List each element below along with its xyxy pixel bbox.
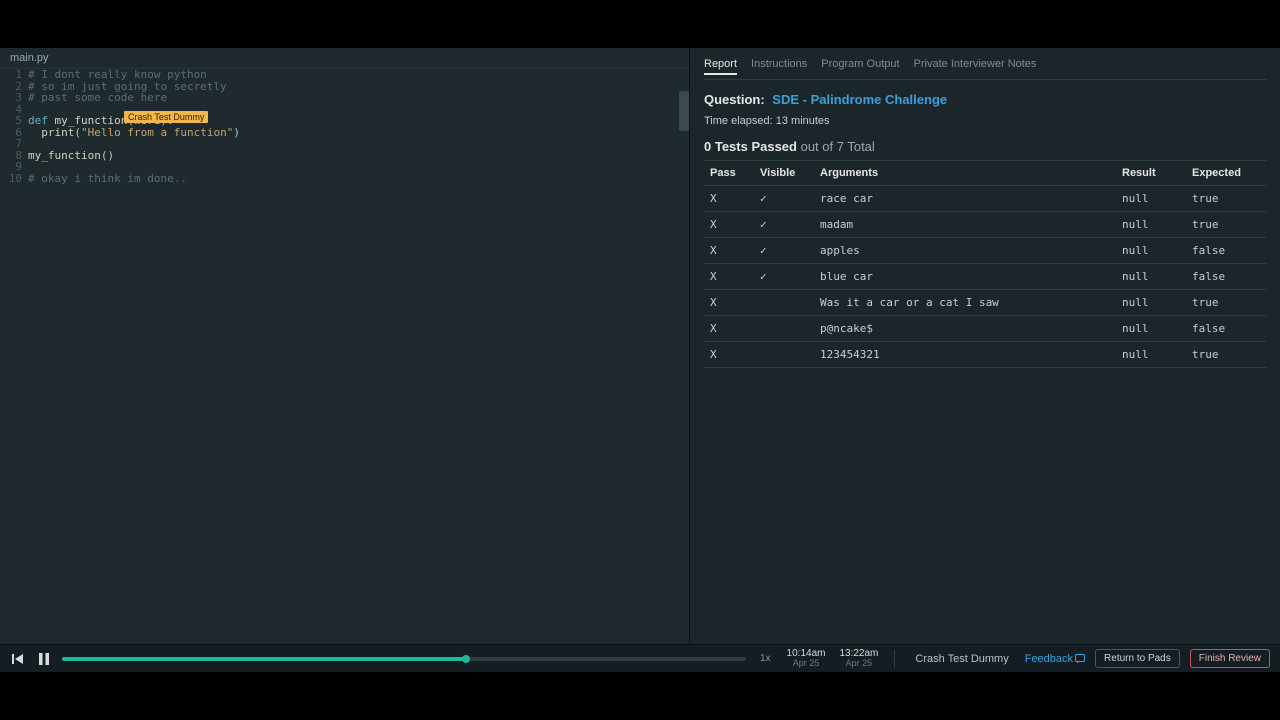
cell-expected: true — [1186, 290, 1266, 316]
cell-expected: true — [1186, 212, 1266, 238]
cell-visible: ✓ — [754, 238, 814, 264]
playback-track[interactable] — [62, 657, 746, 661]
col-result: Result — [1116, 161, 1186, 186]
playback-user: Crash Test Dummy — [915, 653, 1008, 665]
playback-thumb[interactable] — [462, 655, 470, 663]
cell-pass: X — [704, 238, 754, 264]
table-row: X 123454321nulltrue — [704, 342, 1266, 368]
cell-pass: X — [704, 290, 754, 316]
playback-end-time: 13:22am Apr 25 — [837, 648, 880, 669]
pause-button[interactable] — [36, 651, 52, 667]
playback-speed[interactable]: 1x — [760, 653, 771, 664]
cell-expected: true — [1186, 186, 1266, 212]
divider — [894, 650, 895, 668]
cell-arguments: apples — [814, 238, 1116, 264]
finish-review-button[interactable]: Finish Review — [1190, 649, 1270, 668]
cell-pass: X — [704, 264, 754, 290]
table-row: X✓madamnulltrue — [704, 212, 1266, 238]
cell-arguments: race car — [814, 186, 1116, 212]
cell-expected: false — [1186, 316, 1266, 342]
tab-report[interactable]: Report — [704, 58, 737, 75]
col-arguments: Arguments — [814, 161, 1116, 186]
col-expected: Expected — [1186, 161, 1266, 186]
editor-pane: main.py 1 2 3 4 5 6 7 8 9 10 # I dont re… — [0, 48, 690, 672]
col-visible: Visible — [754, 161, 814, 186]
tests-summary: 0 Tests Passed out of 7 Total — [704, 139, 1266, 161]
tab-program-output[interactable]: Program Output — [821, 58, 899, 75]
cell-pass: X — [704, 186, 754, 212]
skip-back-button[interactable] — [10, 651, 26, 667]
editor-scrollbar[interactable] — [679, 91, 689, 131]
cell-result: null — [1116, 212, 1186, 238]
code-area[interactable]: 1 2 3 4 5 6 7 8 9 10 # I dont really kno… — [0, 69, 689, 672]
cell-expected: false — [1186, 238, 1266, 264]
table-row: X Was it a car or a cat I sawnulltrue — [704, 290, 1266, 316]
file-tab[interactable]: main.py — [0, 48, 689, 69]
cell-result: null — [1116, 316, 1186, 342]
return-to-pads-button[interactable]: Return to Pads — [1095, 649, 1180, 668]
cell-result: null — [1116, 238, 1186, 264]
cell-expected: true — [1186, 342, 1266, 368]
cell-arguments: 123454321 — [814, 342, 1116, 368]
cell-arguments: Was it a car or a cat I saw — [814, 290, 1116, 316]
col-pass: Pass — [704, 161, 754, 186]
cell-arguments: blue car — [814, 264, 1116, 290]
results-header-row: Pass Visible Arguments Result Expected — [704, 161, 1266, 186]
cell-visible: ✓ — [754, 212, 814, 238]
question-line: Question: SDE - Palindrome Challenge — [704, 92, 1266, 107]
cell-visible — [754, 290, 814, 316]
pause-icon — [38, 652, 50, 666]
cell-pass: X — [704, 342, 754, 368]
feedback-link[interactable]: Feedback — [1025, 653, 1085, 665]
cell-arguments: p@ncake$ — [814, 316, 1116, 342]
tab-private-notes[interactable]: Private Interviewer Notes — [914, 58, 1037, 75]
code-lines[interactable]: # I dont really know python # so im just… — [28, 69, 689, 672]
cell-result: null — [1116, 342, 1186, 368]
question-label: Question: — [704, 92, 765, 107]
cell-pass: X — [704, 212, 754, 238]
table-row: Xp@ncake$nullfalse — [704, 316, 1266, 342]
table-row: X✓applesnullfalse — [704, 238, 1266, 264]
remote-cursor-tag: Crash Test Dummy — [124, 111, 208, 123]
cell-visible: ✓ — [754, 264, 814, 290]
app-frame: main.py 1 2 3 4 5 6 7 8 9 10 # I dont re… — [0, 48, 1280, 672]
playback-fill — [62, 657, 466, 661]
cell-result: null — [1116, 186, 1186, 212]
cell-pass: X — [704, 316, 754, 342]
cell-result: null — [1116, 264, 1186, 290]
table-row: X✓blue carnullfalse — [704, 264, 1266, 290]
playback-start-time: 10:14am Apr 25 — [785, 648, 828, 669]
table-row: X✓race carnulltrue — [704, 186, 1266, 212]
cell-visible — [754, 342, 814, 368]
cell-arguments: madam — [814, 212, 1116, 238]
comment-icon — [1075, 654, 1085, 664]
playback-bar: 1x 10:14am Apr 25 13:22am Apr 25 Crash T… — [0, 644, 1280, 672]
report-tabs: Report Instructions Program Output Priva… — [704, 58, 1266, 80]
cell-expected: false — [1186, 264, 1266, 290]
results-table: Pass Visible Arguments Result Expected X… — [704, 161, 1266, 368]
line-number-gutter: 1 2 3 4 5 6 7 8 9 10 — [0, 69, 28, 672]
skip-back-icon — [11, 652, 25, 666]
tab-instructions[interactable]: Instructions — [751, 58, 807, 75]
time-elapsed: Time elapsed: 13 minutes — [704, 115, 1266, 127]
cell-visible — [754, 316, 814, 342]
question-link[interactable]: SDE - Palindrome Challenge — [772, 92, 947, 107]
cell-visible: ✓ — [754, 186, 814, 212]
report-pane: Report Instructions Program Output Priva… — [690, 48, 1280, 672]
cell-result: null — [1116, 290, 1186, 316]
